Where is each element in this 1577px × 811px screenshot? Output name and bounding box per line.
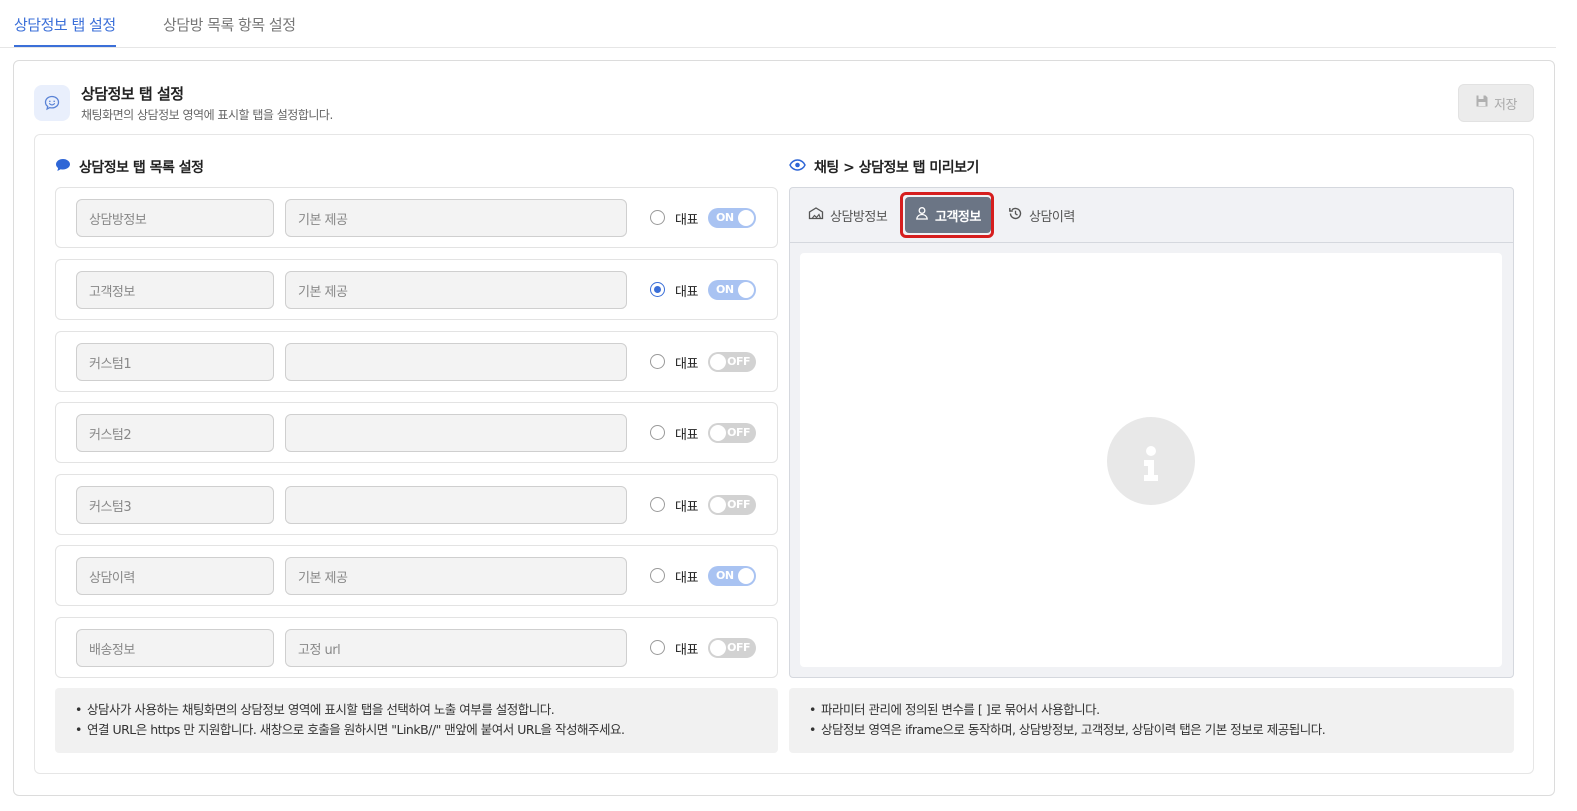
tab-name-input[interactable]: 고객정보 <box>76 271 274 309</box>
note-item: 파라미터 관리에 정의된 변수를 [ ]로 묶어서 사용합니다. <box>809 700 1494 720</box>
preview-section-title: 채팅 > 상담정보 탭 미리보기 <box>789 157 979 177</box>
representative-radio[interactable] <box>650 354 665 369</box>
tab-label: 상담방 목록 항목 설정 <box>163 16 296 34</box>
speech-bubble-icon <box>55 158 71 176</box>
active-tab-underline <box>14 45 116 47</box>
settings-panel: 상담정보 탭 목록 설정 상담방정보 기본 제공 대표 ON 고객정보 기본 제… <box>34 134 1534 774</box>
visibility-toggle[interactable]: ON <box>708 566 756 586</box>
tab-url-input[interactable] <box>285 486 627 524</box>
tab-row-custom2: 커스텀2 대표 OFF <box>55 402 778 463</box>
tab-row-history: 상담이력 기본 제공 대표 ON <box>55 545 778 606</box>
tab-url-input[interactable] <box>285 343 627 381</box>
user-icon <box>915 206 929 224</box>
top-tab-bar: 상담정보 탭 설정 상담방 목록 항목 설정 <box>0 0 1556 48</box>
tab-name-input[interactable]: 커스텀3 <box>76 486 274 524</box>
note-item: 상담정보 영역은 iframe으로 동작하며, 상담방정보, 고객정보, 상담이… <box>809 720 1494 740</box>
floppy-disk-icon <box>1475 94 1489 112</box>
representative-radio[interactable] <box>650 640 665 655</box>
chat-smile-icon <box>34 85 70 121</box>
tab-name-input[interactable]: 커스텀2 <box>76 414 274 452</box>
representative-radio[interactable] <box>650 497 665 512</box>
tab-consult-info-settings[interactable]: 상담정보 탭 설정 <box>14 14 116 47</box>
representative-radio[interactable] <box>650 282 665 297</box>
representative-radio[interactable] <box>650 210 665 225</box>
settings-card: 상담정보 탭 설정 채팅화면의 상담정보 영역에 표시할 탭을 설정합니다. 저… <box>13 60 1555 796</box>
representative-label: 대표 <box>675 213 698 228</box>
info-icon <box>1107 417 1195 505</box>
tab-preview-frame: 상담방정보 고객정보 상담이력 <box>789 187 1514 678</box>
tab-url-input[interactable]: 기본 제공 <box>285 557 627 595</box>
card-description: 채팅화면의 상담정보 영역에 표시할 탭을 설정합니다. <box>81 108 333 122</box>
tab-row-room-info: 상담방정보 기본 제공 대표 ON <box>55 187 778 248</box>
tab-name-input[interactable]: 상담이력 <box>76 557 274 595</box>
representative-label: 대표 <box>675 357 698 372</box>
history-icon <box>1008 206 1023 225</box>
preview-tab-bar: 상담방정보 고객정보 상담이력 <box>790 188 1513 243</box>
tab-row-customer-info: 고객정보 기본 제공 대표 ON <box>55 259 778 320</box>
tab-name-input[interactable]: 배송정보 <box>76 629 274 667</box>
representative-label: 대표 <box>675 500 698 515</box>
representative-label: 대표 <box>675 571 698 586</box>
tab-url-input[interactable]: 고정 url <box>285 629 627 667</box>
tab-url-input[interactable]: 기본 제공 <box>285 271 627 309</box>
notes-left: 상담사가 사용하는 채팅화면의 상담정보 영역에 표시할 탭을 선택하여 노출 … <box>55 688 778 753</box>
visibility-toggle[interactable]: OFF <box>708 352 756 372</box>
tab-row-custom1: 커스텀1 대표 OFF <box>55 331 778 392</box>
card-title: 상담정보 탭 설정 <box>81 85 184 103</box>
save-button[interactable]: 저장 <box>1458 84 1534 122</box>
visibility-toggle[interactable]: ON <box>708 208 756 228</box>
note-item: 연결 URL은 https 만 지원합니다. 새창으로 호출을 원하시면 "Li… <box>75 720 758 740</box>
tab-url-input[interactable] <box>285 414 627 452</box>
preview-content-area <box>800 253 1502 667</box>
representative-radio[interactable] <box>650 425 665 440</box>
room-icon <box>808 206 824 224</box>
visibility-toggle[interactable]: OFF <box>708 495 756 515</box>
visibility-toggle[interactable]: ON <box>708 280 756 300</box>
tab-row-custom3: 커스텀3 대표 OFF <box>55 474 778 535</box>
eye-icon <box>789 159 806 175</box>
visibility-toggle[interactable]: OFF <box>708 423 756 443</box>
preview-tab-history[interactable]: 상담이력 <box>998 196 1085 234</box>
notes-right: 파라미터 관리에 정의된 변수를 [ ]로 묶어서 사용합니다. 상담정보 영역… <box>789 688 1514 753</box>
tab-label: 상담정보 탭 설정 <box>14 16 116 34</box>
tab-list-section-title: 상담정보 탭 목록 설정 <box>55 157 204 177</box>
representative-label: 대표 <box>675 643 698 658</box>
preview-tab-room-info[interactable]: 상담방정보 <box>798 196 897 234</box>
preview-tab-customer-info[interactable]: 고객정보 <box>905 197 991 233</box>
visibility-toggle[interactable]: OFF <box>708 638 756 658</box>
representative-label: 대표 <box>675 428 698 443</box>
note-item: 상담사가 사용하는 채팅화면의 상담정보 영역에 표시할 탭을 선택하여 노출 … <box>75 700 758 720</box>
tab-url-input[interactable]: 기본 제공 <box>285 199 627 237</box>
save-label: 저장 <box>1494 97 1517 113</box>
representative-label: 대표 <box>675 285 698 300</box>
tab-name-input[interactable]: 커스텀1 <box>76 343 274 381</box>
tab-name-input[interactable]: 상담방정보 <box>76 199 274 237</box>
tab-room-list-settings[interactable]: 상담방 목록 항목 설정 <box>163 14 296 35</box>
tab-row-delivery-info: 배송정보 고정 url 대표 OFF <box>55 617 778 678</box>
representative-radio[interactable] <box>650 568 665 583</box>
